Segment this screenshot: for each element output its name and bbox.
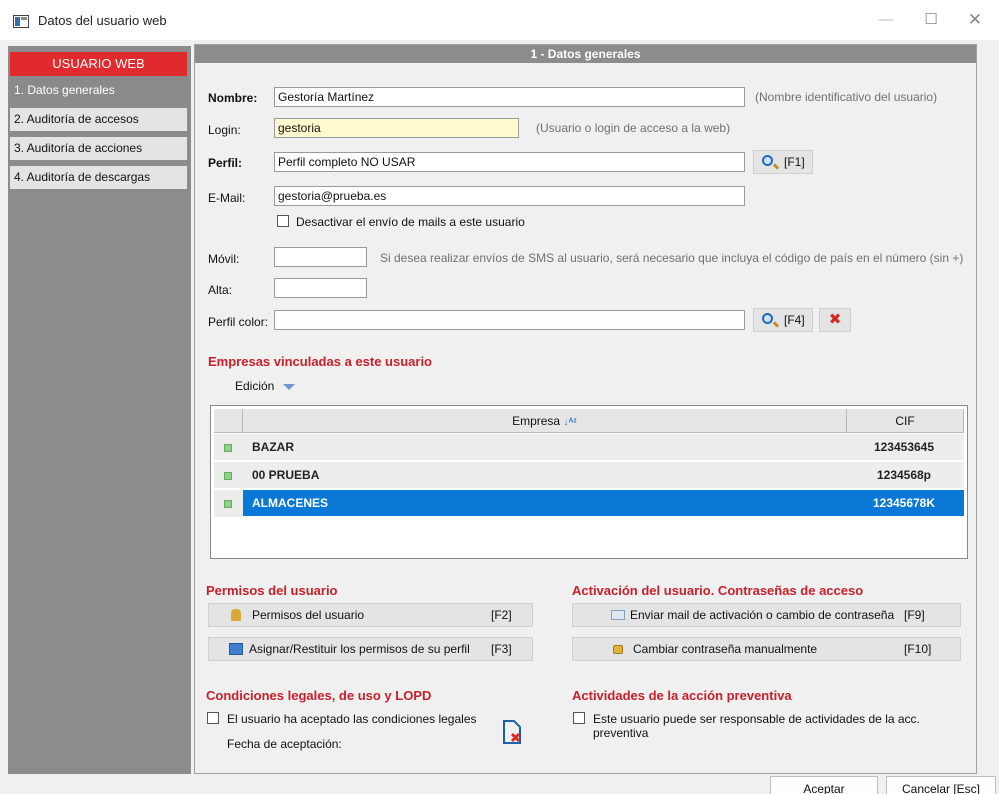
perfil-search-key: [F1] <box>784 155 805 169</box>
movil-field[interactable] <box>274 247 367 267</box>
document-remove-icon[interactable] <box>501 719 521 744</box>
perfil-label: Perfil: <box>208 156 243 170</box>
login-field[interactable]: gestoria <box>274 118 519 138</box>
alta-label: Alta: <box>208 283 233 297</box>
cif-cell: 123453645 <box>873 440 935 454</box>
sidebar-item-auditoria-accesos[interactable]: 2. Auditoría de accesos <box>10 108 187 131</box>
dialog-footer: Aceptar Cancelar [Esc] <box>0 774 999 794</box>
fecha-aceptacion-label: Fecha de aceptación: <box>227 737 342 751</box>
magnifier-icon <box>762 313 773 324</box>
section-title: 1 - Datos generales <box>195 45 976 63</box>
email-field[interactable]: gestoria@prueba.es <box>274 186 745 206</box>
row-indicator <box>214 462 243 489</box>
empresa-cell: ALMACENES <box>252 496 329 510</box>
login-hint: (Usuario o login de acceso a la web) <box>536 121 731 135</box>
desactivar-mails-checkbox[interactable] <box>277 215 289 227</box>
alta-field[interactable] <box>274 278 367 298</box>
sidebar: USUARIO WEB 1. Datos generales 2. Audito… <box>8 46 191 774</box>
nombre-field[interactable]: Gestoría Martínez <box>274 87 745 107</box>
empresa-cell: 00 PRUEBA <box>252 468 320 482</box>
perfil-color-search-key: [F4] <box>784 313 805 327</box>
login-label: Login: <box>208 123 241 137</box>
sidebar-item-auditoria-acciones[interactable]: 3. Auditoría de acciones <box>10 137 187 160</box>
aceptar-button[interactable]: Aceptar <box>770 776 878 794</box>
lock-user-icon <box>229 643 243 655</box>
grid-header-empresa[interactable]: Empresa ↓ᴬᶻ <box>243 409 847 433</box>
permisos-title: Permisos del usuario <box>206 583 338 598</box>
sidebar-item-auditoria-descargas[interactable]: 4. Auditoría de descargas <box>10 166 187 189</box>
magnifier-handle <box>772 163 780 170</box>
maximize-button[interactable]: ☐ <box>911 8 951 32</box>
acepto-condiciones-checkbox[interactable] <box>207 712 219 724</box>
app-window-icon <box>13 15 29 28</box>
minimize-button[interactable]: — <box>866 8 906 32</box>
cif-cell: 1234568p <box>876 468 932 482</box>
empresas-title: Empresas vinculadas a este usuario <box>208 354 432 369</box>
empresa-column-label: Empresa <box>512 414 561 428</box>
padlock-icon <box>613 645 623 654</box>
perfil-color-search-button[interactable]: [F4] <box>753 308 813 332</box>
preventiva-label: Este usuario puede ser responsable de ac… <box>593 712 920 740</box>
perfil-color-label: Perfil color: <box>208 315 269 329</box>
asignar-permisos-key: [F3] <box>491 642 512 656</box>
green-square-icon <box>224 444 232 452</box>
permisos-usuario-label: Permisos del usuario <box>252 608 365 622</box>
preventiva-title: Actividades de la acción preventiva <box>572 688 792 703</box>
table-row[interactable]: 00 PRUEBA 1234568p <box>214 462 964 489</box>
grid-header-indicator <box>214 409 243 433</box>
nombre-hint: (Nombre identificativo del usuario) <box>755 90 938 104</box>
movil-hint: Si desea realizar envíos de SMS al usuar… <box>380 251 964 265</box>
green-square-icon <box>224 500 232 508</box>
magnifier-icon <box>762 155 773 166</box>
keys-icon <box>231 609 241 621</box>
permisos-usuario-button[interactable]: Permisos del usuario [F2] <box>208 603 533 627</box>
red-x-icon: ✖ <box>828 311 842 328</box>
grid-header-cif[interactable]: CIF <box>847 409 964 433</box>
main-panel: 1 - Datos generales Nombre: Gestoría Mar… <box>194 44 977 774</box>
window-title: Datos del usuario web <box>38 13 167 28</box>
sidebar-item-datos-generales[interactable]: 1. Datos generales <box>10 79 187 102</box>
email-label: E-Mail: <box>208 191 246 205</box>
acepto-condiciones-label: El usuario ha aceptado las condiciones l… <box>227 712 477 726</box>
enviar-mail-label: Enviar mail de activación o cambio de co… <box>630 608 895 622</box>
nombre-label: Nombre: <box>208 91 258 105</box>
row-indicator <box>214 490 243 517</box>
asignar-permisos-button[interactable]: Asignar/Restituir los permisos de su per… <box>208 637 533 661</box>
envelope-icon <box>611 610 625 620</box>
cancelar-button[interactable]: Cancelar [Esc] <box>886 776 996 794</box>
dropdown-arrow-icon[interactable] <box>283 384 295 390</box>
edicion-menu[interactable]: Edición <box>235 379 274 393</box>
enviar-mail-activacion-button[interactable]: Enviar mail de activación o cambio de co… <box>572 603 961 627</box>
empresas-grid: Empresa ↓ᴬᶻ CIF BAZAR 123453645 00 PRUEB… <box>210 405 968 559</box>
close-button[interactable]: ✕ <box>955 8 995 32</box>
row-indicator <box>214 434 243 461</box>
table-row-selected[interactable]: ALMACENES 12345678K <box>214 490 964 517</box>
movil-label: Móvil: <box>208 252 240 266</box>
perfil-field[interactable]: Perfil completo NO USAR <box>274 152 745 172</box>
sidebar-header: USUARIO WEB <box>10 52 187 76</box>
title-bar: Datos del usuario web — ☐ ✕ <box>0 0 999 40</box>
magnifier-handle <box>772 321 780 328</box>
perfil-color-clear-button[interactable]: ✖ <box>819 308 851 332</box>
green-square-icon <box>224 472 232 480</box>
legal-title: Condiciones legales, de uso y LOPD <box>206 688 432 703</box>
perfil-color-field[interactable] <box>274 310 745 330</box>
cif-cell: 12345678K <box>872 496 936 510</box>
cambiar-contrasena-label: Cambiar contraseña manualmente <box>633 642 818 656</box>
activacion-title: Activación del usuario. Contraseñas de a… <box>572 583 864 598</box>
cambiar-contrasena-button[interactable]: Cambiar contraseña manualmente [F10] <box>572 637 961 661</box>
preventiva-checkbox[interactable] <box>573 712 585 724</box>
cambiar-contrasena-key: [F10] <box>904 642 932 656</box>
enviar-mail-key: [F9] <box>904 608 925 622</box>
sort-az-icon: ↓ᴬᶻ <box>563 417 577 428</box>
asignar-permisos-label: Asignar/Restituir los permisos de su per… <box>249 642 470 656</box>
perfil-search-button[interactable]: [F1] <box>753 150 813 174</box>
table-row[interactable]: BAZAR 123453645 <box>214 434 964 461</box>
permisos-usuario-key: [F2] <box>491 608 512 622</box>
empresa-cell: BAZAR <box>252 440 294 454</box>
desactivar-mails-label: Desactivar el envío de mails a este usua… <box>296 215 525 229</box>
